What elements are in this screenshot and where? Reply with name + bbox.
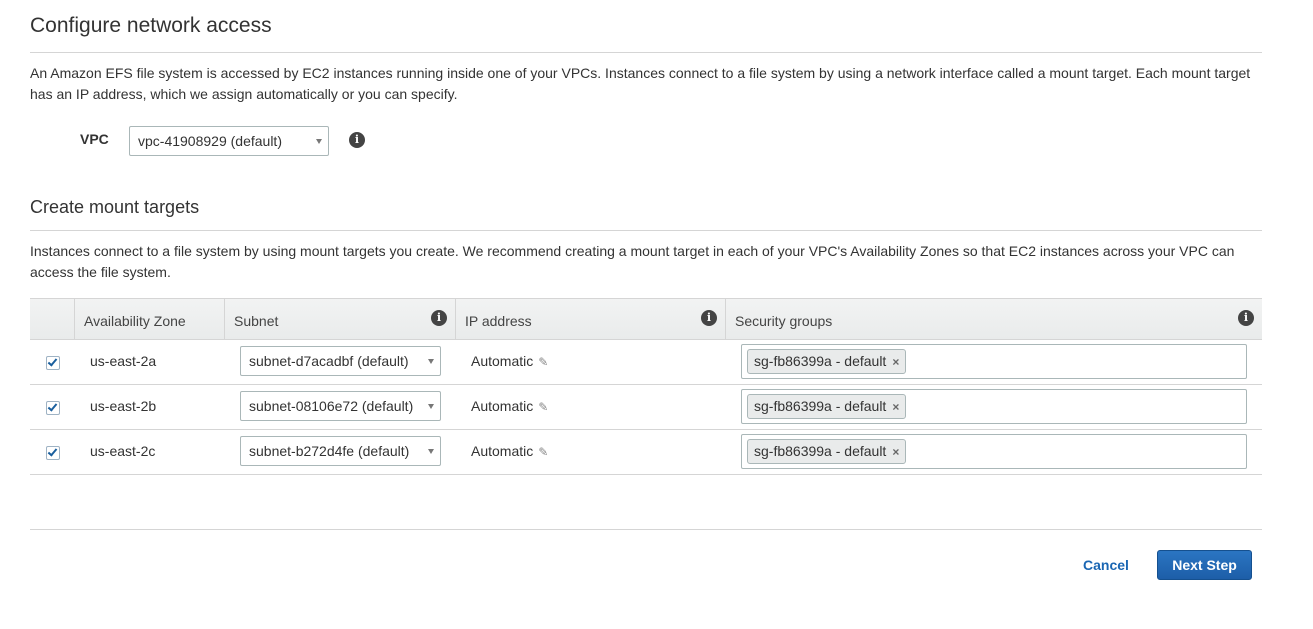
subnet-select[interactable]: subnet-08106e72 (default)	[240, 391, 441, 421]
ip-address[interactable]: Automatic ✎	[471, 443, 548, 459]
security-group-label: sg-fb86399a - default	[754, 398, 887, 414]
divider	[30, 230, 1262, 231]
check-icon	[47, 356, 58, 367]
ip-address-value: Automatic	[471, 398, 534, 414]
chevron-down-icon	[316, 139, 322, 144]
row-checkbox[interactable]	[46, 356, 60, 370]
check-icon	[47, 401, 58, 412]
subnet-select[interactable]: subnet-b272d4fe (default)	[240, 436, 441, 466]
pencil-icon[interactable]: ✎	[538, 445, 548, 459]
subnet-select[interactable]: subnet-d7acadbf (default)	[240, 346, 441, 376]
chevron-down-icon	[428, 404, 434, 409]
table-row: us-east-2a subnet-d7acadbf (default) Aut…	[30, 340, 1262, 385]
security-groups-input[interactable]: sg-fb86399a - default ×	[741, 434, 1247, 469]
close-icon[interactable]: ×	[892, 445, 899, 459]
ip-address[interactable]: Automatic ✎	[471, 353, 548, 369]
subnet-select-value: subnet-08106e72 (default)	[249, 398, 414, 414]
security-group-chip: sg-fb86399a - default ×	[747, 349, 907, 374]
table-row: us-east-2c subnet-b272d4fe (default) Aut…	[30, 430, 1262, 475]
ip-address-value: Automatic	[471, 443, 534, 459]
pencil-icon[interactable]: ✎	[538, 355, 548, 369]
divider	[30, 529, 1262, 530]
info-icon[interactable]: i	[349, 132, 365, 148]
info-icon[interactable]: i	[1238, 310, 1254, 326]
table-header: Availability Zone Subnet i IP address i …	[30, 298, 1262, 340]
subnet-select-value: subnet-b272d4fe (default)	[249, 443, 410, 459]
info-icon[interactable]: i	[701, 310, 717, 326]
check-icon	[47, 446, 58, 457]
close-icon[interactable]: ×	[892, 400, 899, 414]
security-group-chip: sg-fb86399a - default ×	[747, 394, 907, 419]
column-header-availability-zone: Availability Zone	[84, 313, 186, 329]
chevron-down-icon	[428, 449, 434, 454]
row-checkbox[interactable]	[46, 401, 60, 415]
availability-zone: us-east-2c	[90, 443, 156, 459]
section-title: Create mount targets	[30, 197, 200, 217]
subnet-select-value: subnet-d7acadbf (default)	[249, 353, 409, 369]
pencil-icon[interactable]: ✎	[538, 400, 548, 414]
vpc-label: VPC	[80, 131, 109, 147]
ip-address-value: Automatic	[471, 353, 534, 369]
vpc-select-value: vpc-41908929 (default)	[138, 133, 282, 149]
mount-description: Instances connect to a file system by us…	[30, 243, 1235, 280]
chevron-down-icon	[428, 359, 434, 364]
next-step-button[interactable]: Next Step	[1157, 550, 1252, 580]
vpc-select[interactable]: vpc-41908929 (default)	[129, 126, 329, 156]
security-groups-input[interactable]: sg-fb86399a - default ×	[741, 344, 1247, 379]
divider	[30, 52, 1262, 53]
availability-zone: us-east-2b	[90, 398, 157, 414]
row-checkbox[interactable]	[46, 446, 60, 460]
security-groups-input[interactable]: sg-fb86399a - default ×	[741, 389, 1247, 424]
column-header-ip-address: IP address	[465, 313, 532, 329]
security-group-label: sg-fb86399a - default	[754, 353, 887, 369]
security-group-chip: sg-fb86399a - default ×	[747, 439, 907, 464]
close-icon[interactable]: ×	[892, 355, 899, 369]
info-icon[interactable]: i	[431, 310, 447, 326]
availability-zone: us-east-2a	[90, 353, 157, 369]
column-header-subnet: Subnet	[234, 313, 279, 329]
table-row: us-east-2b subnet-08106e72 (default) Aut…	[30, 385, 1262, 430]
network-description: An Amazon EFS file system is accessed by…	[30, 65, 1251, 102]
page-title: Configure network access	[30, 14, 272, 37]
ip-address[interactable]: Automatic ✎	[471, 398, 548, 414]
cancel-button[interactable]: Cancel	[1083, 557, 1129, 573]
security-group-label: sg-fb86399a - default	[754, 443, 887, 459]
column-header-security-groups: Security groups	[735, 313, 833, 329]
